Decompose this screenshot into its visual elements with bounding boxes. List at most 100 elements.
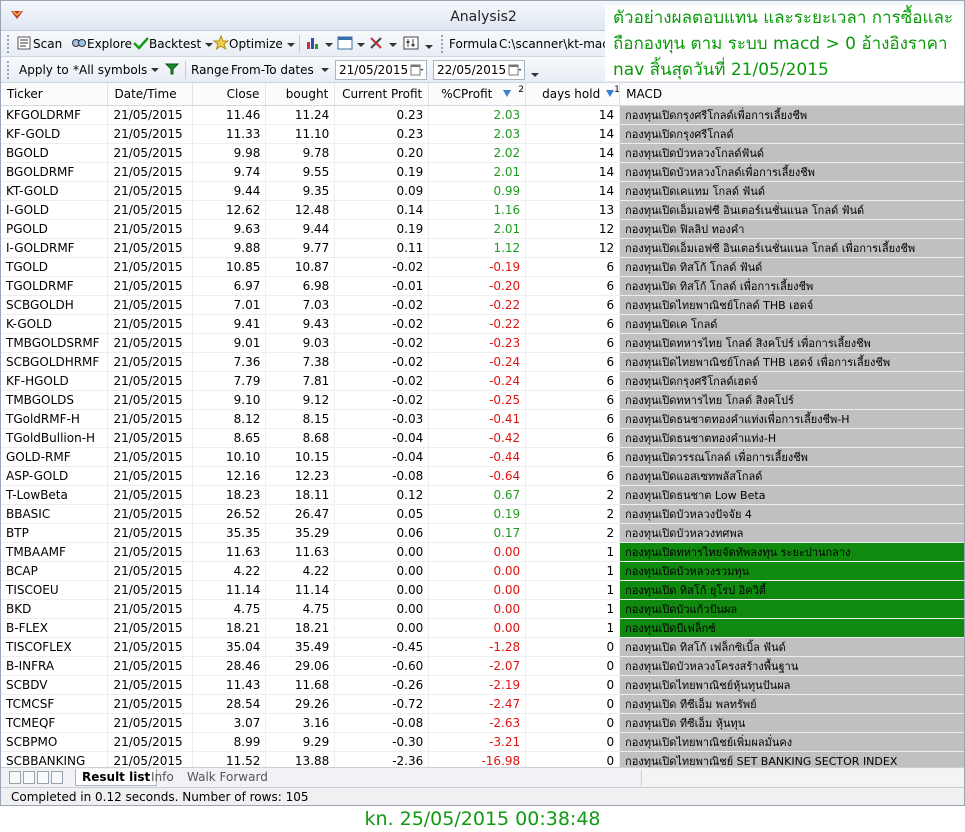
macd-cell: กองทุนเปิด ทีซีเอ็ม หุ้นทุน — [619, 713, 964, 733]
table-row[interactable]: I-GOLDRMF 21/05/2015 9.88 9.77 0.11 1.12 12 กอง… — [1, 238, 964, 258]
backtest-button[interactable]: Backtest — [133, 35, 214, 53]
range-dropdown-icon[interactable] — [321, 68, 329, 72]
column-header-cprofit[interactable]: %CProfit 2 — [428, 83, 527, 106]
toolbar-grip[interactable] — [7, 61, 10, 79]
table-row[interactable]: TCMEQF 21/05/2015 3.07 3.16 -0.08 -2.63 0 กองทุ… — [1, 713, 964, 733]
tab-info[interactable]: Info — [145, 769, 180, 786]
tools-dropdown-icon[interactable] — [389, 42, 397, 47]
result-grid[interactable]: Ticker Date/Time Close bought Current Pr… — [1, 83, 964, 767]
tools-button[interactable] — [369, 35, 397, 53]
close-cell: 9.98 — [192, 143, 267, 163]
days-hold-cell: 6 — [525, 409, 621, 429]
table-row[interactable]: K-GOLD 21/05/2015 9.41 9.43 -0.02 -0.22 6 กองทุ… — [1, 314, 964, 334]
bought-cell: 8.68 — [265, 428, 336, 448]
next-tab-button[interactable] — [37, 771, 49, 784]
apply-to-dropdown-icon[interactable] — [151, 68, 159, 72]
chart-button[interactable] — [305, 35, 333, 53]
range-label: Range — [191, 63, 230, 77]
range-select[interactable]: From-To dates — [231, 61, 329, 79]
prev-tab-button[interactable] — [23, 771, 35, 784]
current-profit-cell: 0.05 — [334, 504, 430, 524]
table-row[interactable]: B-INFRA 21/05/2015 28.46 29.06 -0.60 -2.07 0 กอ… — [1, 656, 964, 676]
table-row[interactable]: SCBDV 21/05/2015 11.43 11.68 -0.26 -2.19 0 กองท… — [1, 675, 964, 695]
calendar-dropdown-icon[interactable] — [410, 63, 424, 77]
table-row[interactable]: BKD 21/05/2015 4.75 4.75 0.00 0.00 1 กองทุนเปิด… — [1, 599, 964, 619]
table-row[interactable]: I-GOLD 21/05/2015 12.62 12.48 0.14 1.16 13 กองท… — [1, 200, 964, 220]
table-row[interactable]: TGOLD 21/05/2015 10.85 10.87 -0.02 -0.19 6 กองท… — [1, 257, 964, 277]
formula-path[interactable]: C:\scanner\kt-macd- — [499, 35, 621, 53]
table-row[interactable]: SCBGOLDH 21/05/2015 7.01 7.03 -0.02 -0.22 6 กอง… — [1, 295, 964, 315]
days-hold-cell: 2 — [525, 523, 621, 543]
column-header-days-hold[interactable]: days hold 1 — [525, 83, 621, 106]
table-row[interactable]: TMBGOLDS 21/05/2015 9.10 9.12 -0.02 -0.25 6 กอง… — [1, 390, 964, 410]
toolbar-grip[interactable] — [7, 35, 10, 53]
table-row[interactable]: TGoldBullion-H 21/05/2015 8.65 8.68 -0.04 -0.… — [1, 428, 964, 448]
horizontal-scrollbar[interactable] — [641, 770, 964, 786]
from-date-picker[interactable]: 21/05/2015 — [335, 60, 427, 80]
explore-button[interactable]: Explore — [71, 35, 132, 53]
layout-dropdown-icon[interactable] — [357, 42, 365, 47]
ticker-cell: I-GOLD — [1, 200, 109, 220]
column-header-bought[interactable]: bought — [265, 83, 336, 106]
toolbar-overflow-button[interactable] — [531, 65, 539, 83]
backtest-dropdown-icon[interactable] — [205, 42, 214, 47]
table-row[interactable]: BGOLDRMF 21/05/2015 9.74 9.55 0.19 2.01 14 กองท… — [1, 162, 964, 182]
column-header-datetime[interactable]: Date/Time — [107, 83, 194, 106]
column-header-close[interactable]: Close — [192, 83, 267, 106]
calendar-dropdown-icon[interactable] — [508, 63, 522, 77]
column-header-macd[interactable]: MACD — [619, 83, 964, 106]
table-row[interactable]: TMBAAMF 21/05/2015 11.63 11.63 0.00 0.00 1 กองท… — [1, 542, 964, 562]
table-row[interactable]: BBASIC 21/05/2015 26.52 26.47 0.05 0.19 2 กองทุ… — [1, 504, 964, 524]
to-date-picker[interactable]: 22/05/2015 — [433, 60, 525, 80]
layout-button[interactable] — [337, 35, 365, 53]
settings-button[interactable] — [403, 35, 419, 53]
tab-walk-forward[interactable]: Walk Forward — [181, 769, 274, 786]
table-row[interactable]: GOLD-RMF 21/05/2015 10.10 10.15 -0.04 -0.44 6 ก… — [1, 447, 964, 467]
optimize-dropdown-icon[interactable] — [286, 42, 295, 47]
toolbar-grip[interactable] — [441, 35, 444, 53]
cprofit-cell: -0.64 — [428, 466, 527, 486]
bought-cell: 4.22 — [265, 561, 336, 581]
ticker-cell: KFGOLDRMF — [1, 105, 109, 125]
macd-cell: กองทุนเปิดเอ็มเอฟซี อินเตอร์เนชั่นแนล โก… — [619, 238, 964, 258]
apply-to-select[interactable]: *All symbols — [73, 61, 159, 79]
date-cell: 21/05/2015 — [107, 219, 194, 239]
table-row[interactable]: BCAP 21/05/2015 4.22 4.22 0.00 0.00 1 กองทุนเปิ… — [1, 561, 964, 581]
column-header-ticker[interactable]: Ticker — [1, 83, 109, 106]
close-cell: 7.79 — [192, 371, 267, 391]
table-row[interactable]: TISCOFLEX 21/05/2015 35.04 35.49 -0.45 -1.28 0… — [1, 637, 964, 657]
table-row[interactable]: TGoldRMF-H 21/05/2015 8.12 8.15 -0.03 -0.41 6 ก… — [1, 409, 964, 429]
table-row[interactable]: KF-HGOLD 21/05/2015 7.79 7.81 -0.02 -0.24 6 กอง… — [1, 371, 964, 391]
table-row[interactable]: TCMCSF 21/05/2015 28.54 29.26 -0.72 -2.47 0 กอง… — [1, 694, 964, 714]
table-row[interactable]: TMBGOLDSRMF 21/05/2015 9.01 9.03 -0.02 -0.23 6… — [1, 333, 964, 353]
optimize-button[interactable]: Optimize — [212, 34, 295, 53]
table-row[interactable]: KFGOLDRMF 21/05/2015 11.46 11.24 0.23 2.03 14 ก… — [1, 105, 964, 125]
date-cell: 21/05/2015 — [107, 162, 194, 182]
table-row[interactable]: TISCOEU 21/05/2015 11.14 11.14 0.00 0.00 1 กองท… — [1, 580, 964, 600]
toolbar-overflow-button[interactable] — [425, 37, 433, 55]
table-row[interactable]: SCBGOLDHRMF 21/05/2015 7.36 7.38 -0.02 -0.24 6… — [1, 352, 964, 372]
days-hold-cell: 6 — [525, 333, 621, 353]
column-header-current-profit[interactable]: Current Profit — [334, 83, 430, 106]
close-cell: 11.33 — [192, 124, 267, 144]
date-cell: 21/05/2015 — [107, 409, 194, 429]
scan-button[interactable]: Scan — [17, 35, 62, 53]
ticker-cell: T-LowBeta — [1, 485, 109, 505]
table-row[interactable]: PGOLD 21/05/2015 9.63 9.44 0.19 2.01 12 กองทุนเ… — [1, 219, 964, 239]
close-cell: 11.46 — [192, 105, 267, 125]
first-tab-button[interactable] — [9, 771, 21, 784]
table-row[interactable]: B-FLEX 21/05/2015 18.21 18.21 0.00 0.00 1 กองทุ… — [1, 618, 964, 638]
bought-cell: 9.12 — [265, 390, 336, 410]
last-tab-button[interactable] — [51, 771, 63, 784]
table-row[interactable]: ASP-GOLD 21/05/2015 12.16 12.23 -0.08 -0.64 6 ก… — [1, 466, 964, 486]
table-row[interactable]: SCBPMO 21/05/2015 8.99 9.29 -0.30 -3.21 0 กองทุ… — [1, 732, 964, 752]
chart-dropdown-icon[interactable] — [325, 42, 333, 47]
table-row[interactable]: SCBBANKING 21/05/2015 11.52 13.88 -2.36 -16.9… — [1, 751, 964, 767]
table-row[interactable]: KF-GOLD 21/05/2015 11.33 11.10 0.23 2.03 14 กอง… — [1, 124, 964, 144]
table-row[interactable]: T-LowBeta 21/05/2015 18.23 18.11 0.12 0.67 2 กอ… — [1, 485, 964, 505]
filter-button[interactable] — [164, 61, 180, 79]
table-row[interactable]: TGOLDRMF 21/05/2015 6.97 6.98 -0.01 -0.20 6 กอง… — [1, 276, 964, 296]
table-row[interactable]: BTP 21/05/2015 35.35 35.29 0.06 0.17 2 กองทุนเป… — [1, 523, 964, 543]
table-row[interactable]: KT-GOLD 21/05/2015 9.44 9.35 0.09 0.99 14 กองทุ… — [1, 181, 964, 201]
table-row[interactable]: BGOLD 21/05/2015 9.98 9.78 0.20 2.02 14 กองทุนเ… — [1, 143, 964, 163]
